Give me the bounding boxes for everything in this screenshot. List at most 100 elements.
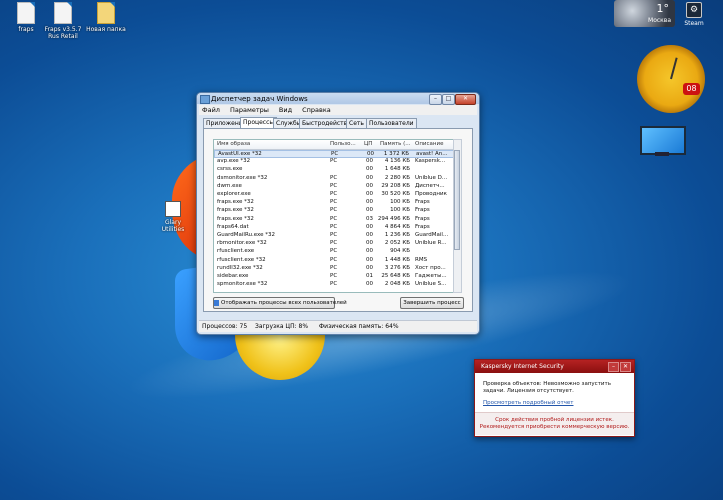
table-row[interactable]: dwm.exe PC 00 29 208 КБ Диспетч... <box>214 183 454 191</box>
column-image-name[interactable]: Имя образа <box>217 141 250 147</box>
column-cpu[interactable]: ЦП <box>364 141 372 147</box>
cell-cpu: 00 <box>366 232 373 238</box>
desktop-icon-glary[interactable]: Glary Utilities <box>153 201 193 233</box>
table-row[interactable]: fraps.exe *32 PC 00 100 КБ Fraps <box>214 199 454 207</box>
menu-help[interactable]: Справка <box>302 105 331 115</box>
cell-desc: GuardMail... <box>415 232 449 238</box>
cell-name: fraps.exe *32 <box>217 215 254 222</box>
status-cpu: Загрузка ЦП: 8% <box>255 323 309 330</box>
cell-cpu: 00 <box>366 182 373 189</box>
cell-mem: 294 496 КБ <box>377 215 410 222</box>
table-row[interactable]: explorer.exe PC 00 30 520 КБ Проводник <box>214 191 454 199</box>
end-process-button[interactable]: Завершить процесс <box>400 297 464 309</box>
folder-icon <box>97 2 115 24</box>
cell-cpu: 00 <box>366 223 373 230</box>
cell-mem: 2 280 КБ <box>384 174 410 181</box>
cell-name: rfusclient.exe <box>217 248 255 255</box>
table-row[interactable]: rundll32.exe *32 PC 00 3 276 КБ Хост про... <box>214 265 454 273</box>
cell-desc: Диспетч... <box>415 182 445 189</box>
tab-users[interactable]: Пользователи <box>366 118 417 128</box>
cell-cpu: 00 <box>366 264 373 271</box>
table-row[interactable]: spmonitor.exe *32 PC 00 2 048 КБ Uniblue S..… <box>214 281 454 289</box>
kaspersky-minimize-button[interactable]: – <box>608 362 619 372</box>
file-icon <box>17 2 35 24</box>
cell-cpu: 00 <box>366 166 373 173</box>
cell-desc: Fraps <box>415 223 430 230</box>
table-row[interactable]: dsmonitor.exe *32 PC 00 2 280 КБ Uniblue D..… <box>214 175 454 183</box>
close-button[interactable]: ✕ <box>455 94 476 105</box>
show-all-label: Отображать процессы всех пользователей <box>221 300 347 306</box>
title-bar[interactable]: Диспетчер задач Windows – □ ✕ <box>197 93 479 105</box>
cell-mem: 29 208 КБ <box>381 182 410 189</box>
table-row[interactable]: fraps.exe *32 PC 00 100 КБ Fraps <box>214 207 454 215</box>
desktop-icon-fraps-retail[interactable]: Fraps v3.5.7 Rus Retail <box>39 2 87 40</box>
minimize-button[interactable]: – <box>429 94 442 105</box>
cell-user: PC <box>330 232 338 238</box>
column-memory[interactable]: Память (... <box>380 141 411 147</box>
weather-gadget[interactable]: 1° Москва <box>614 0 675 27</box>
menu-view[interactable]: Вид <box>279 105 292 115</box>
window-title: Диспетчер задач Windows <box>211 95 308 103</box>
menu-options[interactable]: Параметры <box>230 105 269 115</box>
cell-name: fraps.exe *32 <box>217 207 254 214</box>
cell-user: PC <box>330 191 338 197</box>
kaspersky-buy-recommendation[interactable]: Рекомендуется приобрести коммерческую ве… <box>475 424 634 431</box>
monitor-gadget-icon[interactable] <box>640 126 686 155</box>
kaspersky-close-button[interactable]: ✕ <box>620 362 631 372</box>
table-row[interactable]: csrss.exe 00 1 648 КБ <box>214 166 454 174</box>
scrollbar-thumb[interactable] <box>454 150 460 250</box>
cell-name: fraps.exe *32 <box>217 199 254 206</box>
table-row[interactable]: rfusclient.exe *32 PC 00 1 448 КБ RMS <box>214 257 454 265</box>
table-row[interactable]: rfusclient.exe PC 00 904 КБ <box>214 248 454 256</box>
process-table: Имя образа Пользо... ЦП Память (... Опис… <box>213 139 455 293</box>
tab-network[interactable]: Сеть <box>346 118 367 128</box>
monitor-stand <box>655 152 669 156</box>
task-manager-icon <box>200 95 210 104</box>
kaspersky-title-bar: Kaspersky Internet Security – ✕ <box>475 360 634 373</box>
cell-desc: Kaspersk... <box>415 158 446 165</box>
kaspersky-message: Проверка объектов: Невозможно запустить … <box>483 381 611 394</box>
cell-user: PC <box>331 151 339 157</box>
column-description[interactable]: Описание <box>415 141 443 147</box>
clock-gadget[interactable]: 08 <box>637 45 705 113</box>
cell-desc: Гаджеты... <box>415 273 447 279</box>
kaspersky-title: Kaspersky Internet Security <box>481 363 564 370</box>
cell-desc: avast! An... <box>416 151 448 157</box>
table-row[interactable]: AvastUI.exe *32 PC 00 1 372 КБ avast! An... <box>214 150 454 158</box>
menu-file[interactable]: Файл <box>202 105 220 115</box>
cell-desc: Uniblue S... <box>415 281 447 288</box>
clock-date: 08 <box>683 83 700 95</box>
cell-cpu: 01 <box>366 273 373 279</box>
status-bar: Процессов: 75 Загрузка ЦП: 8% Физическая… <box>199 320 477 332</box>
kaspersky-footer: Срок действия пробной лицензии истек. Ре… <box>475 412 634 435</box>
kaspersky-report-link[interactable]: Просмотреть подробный отчет <box>483 400 573 406</box>
desktop-icon-label: Glary Utilities <box>161 219 185 233</box>
cell-user: PC <box>330 158 338 165</box>
cell-mem: 100 КБ <box>390 199 410 206</box>
table-row[interactable]: fraps64.dat PC 00 4 864 КБ Fraps <box>214 224 454 232</box>
table-row[interactable]: fraps.exe *32 PC 03 294 496 КБ Fraps <box>214 216 454 224</box>
cell-mem: 30 520 КБ <box>381 191 410 197</box>
cell-user: PC <box>330 182 338 189</box>
cell-cpu: 00 <box>366 199 373 206</box>
cell-cpu: 00 <box>366 240 373 247</box>
cell-mem: 4 864 КБ <box>384 223 410 230</box>
cell-user: PC <box>330 256 338 263</box>
maximize-button[interactable]: □ <box>442 94 455 105</box>
table-row[interactable]: sidebar.exe PC 01 25 648 КБ Гаджеты... <box>214 273 454 281</box>
desktop-icon-steam[interactable]: ⚙ Steam <box>681 2 707 27</box>
cell-name: fraps64.dat <box>217 223 249 230</box>
cell-user: PC <box>330 215 338 222</box>
desktop-icon-new-folder[interactable]: Новая папка <box>82 2 130 33</box>
shield-icon <box>214 299 219 306</box>
show-all-processes-button[interactable]: Отображать процессы всех пользователей <box>213 297 347 309</box>
cell-name: sidebar.exe <box>217 273 249 279</box>
table-row[interactable]: rbmonitor.exe *32 PC 00 2 052 КБ Uniblue R..… <box>214 240 454 248</box>
steam-icon: ⚙ <box>686 2 702 18</box>
table-row[interactable]: GuardMailRu.exe *32 PC 00 1 236 КБ GuardMail… <box>214 232 454 240</box>
vertical-scrollbar[interactable] <box>453 139 462 293</box>
table-row[interactable]: avp.exe *32 PC 00 4 136 КБ Kaspersk... <box>214 158 454 166</box>
cell-mem: 3 276 КБ <box>384 264 410 271</box>
cell-cpu: 00 <box>366 281 373 288</box>
column-user[interactable]: Пользо... <box>330 141 356 147</box>
